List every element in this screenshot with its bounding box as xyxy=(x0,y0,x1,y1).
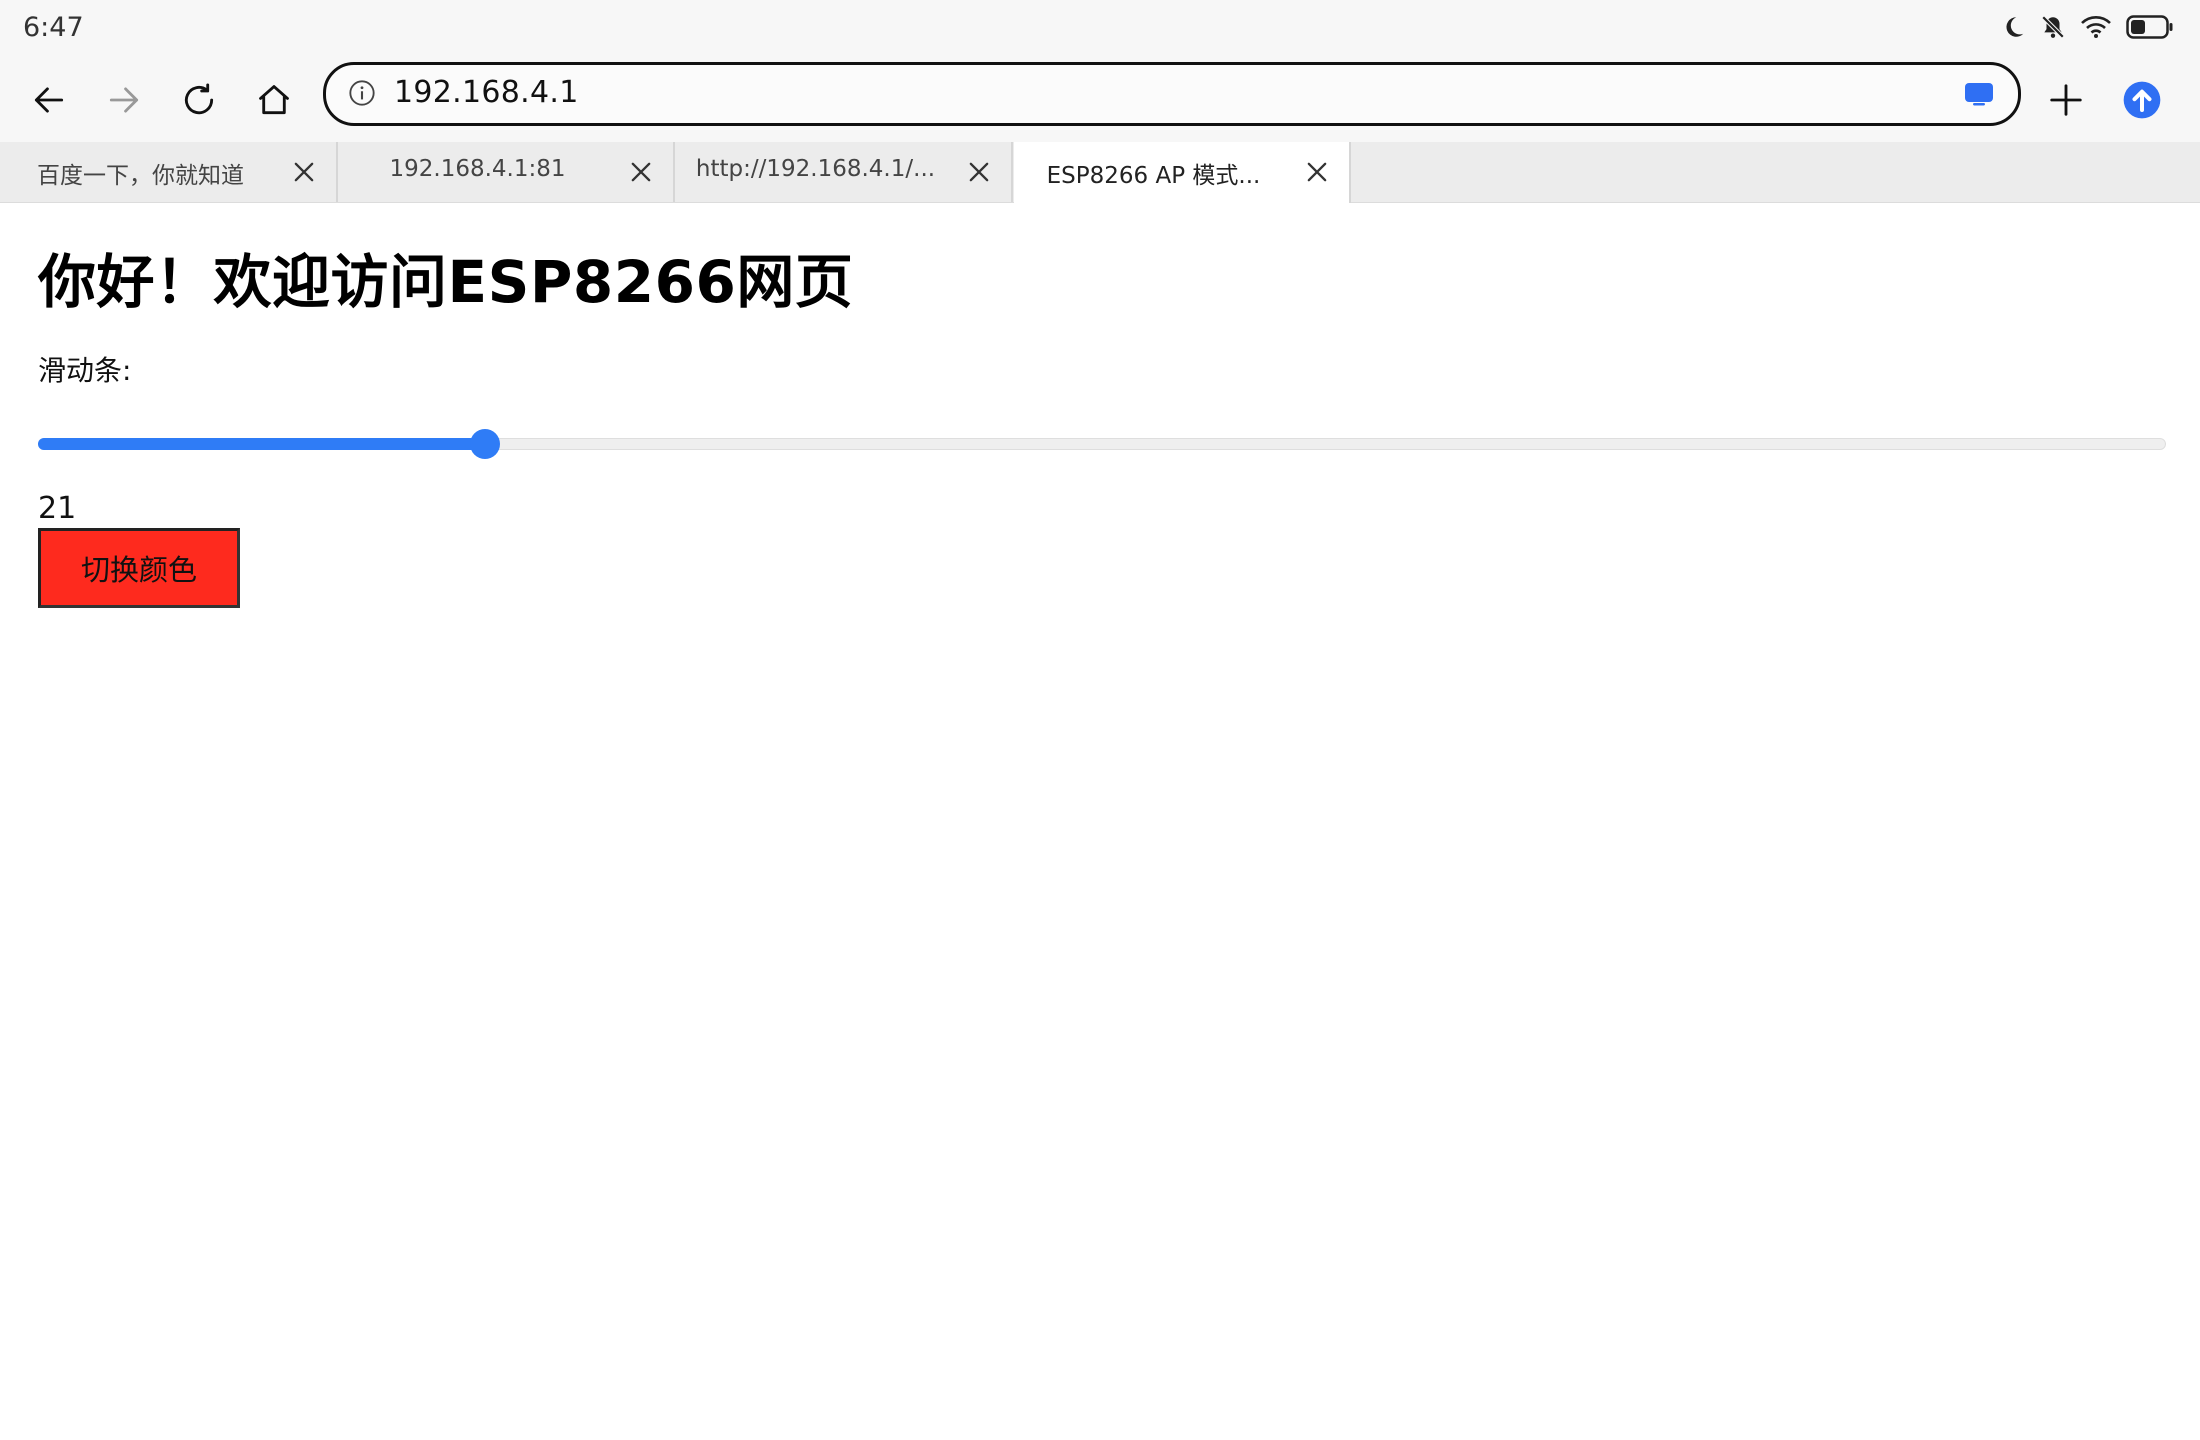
slider-label: 滑动条: xyxy=(38,354,132,387)
update-button[interactable] xyxy=(2112,70,2172,130)
new-tab-button[interactable] xyxy=(2036,70,2096,130)
wifi-icon xyxy=(2080,14,2112,40)
arrow-right-icon xyxy=(105,81,143,119)
back-button[interactable] xyxy=(19,70,79,130)
slider-thumb[interactable] xyxy=(470,429,500,459)
reload-button[interactable] xyxy=(169,70,229,130)
close-icon[interactable] xyxy=(627,158,655,186)
page-title: 你好！欢迎访问ESP8266网页 xyxy=(38,248,854,316)
bell-off-icon xyxy=(2040,14,2066,40)
slider-value: 21 xyxy=(38,491,77,526)
tab-label: http://192.168.4.1/... xyxy=(695,156,936,182)
url-text[interactable]: 192.168.4.1 xyxy=(394,75,579,110)
arrow-up-circle-icon xyxy=(2122,80,2162,120)
close-icon[interactable] xyxy=(965,158,993,186)
battery-icon xyxy=(2126,14,2174,40)
status-bar: 6:47 xyxy=(0,0,2200,58)
tab-baidu[interactable]: 百度一下，你就知道 xyxy=(1,142,338,202)
close-icon[interactable] xyxy=(1303,158,1331,186)
info-icon[interactable] xyxy=(348,79,376,111)
range-slider[interactable] xyxy=(38,429,2166,459)
page-content: 你好！欢迎访问ESP8266网页 滑动条: 21 切换颜色 xyxy=(0,203,2200,1440)
status-icons xyxy=(2000,14,2174,40)
tab-label: 192.168.4.1:81 xyxy=(389,156,566,182)
tab-port-81[interactable]: 192.168.4.1:81 xyxy=(338,142,675,202)
address-bar[interactable]: 192.168.4.1 xyxy=(323,62,2021,126)
tab-esp8266-active[interactable]: ESP8266 AP 模式... xyxy=(1014,142,1351,203)
moon-icon xyxy=(2000,14,2026,40)
home-button[interactable] xyxy=(244,70,304,130)
close-icon[interactable] xyxy=(290,158,318,186)
slider-fill xyxy=(38,438,485,450)
browser-toolbar: 192.168.4.1 xyxy=(0,58,2200,142)
arrow-left-icon xyxy=(30,81,68,119)
reload-icon xyxy=(180,81,218,119)
plus-icon xyxy=(2047,81,2085,119)
tab-label: 百度一下，你就知道 xyxy=(37,163,244,189)
tab-strip: 百度一下，你就知道 192.168.4.1:81 http://192.168.… xyxy=(0,142,2200,203)
status-time: 6:47 xyxy=(23,12,84,43)
tab-label: ESP8266 AP 模式... xyxy=(1046,163,1261,189)
screen-cast-icon[interactable] xyxy=(1964,82,1994,110)
forward-button[interactable] xyxy=(94,70,154,130)
home-icon xyxy=(255,81,293,119)
tab-http[interactable]: http://192.168.4.1/... xyxy=(676,142,1013,202)
toggle-color-button[interactable]: 切换颜色 xyxy=(38,528,240,608)
